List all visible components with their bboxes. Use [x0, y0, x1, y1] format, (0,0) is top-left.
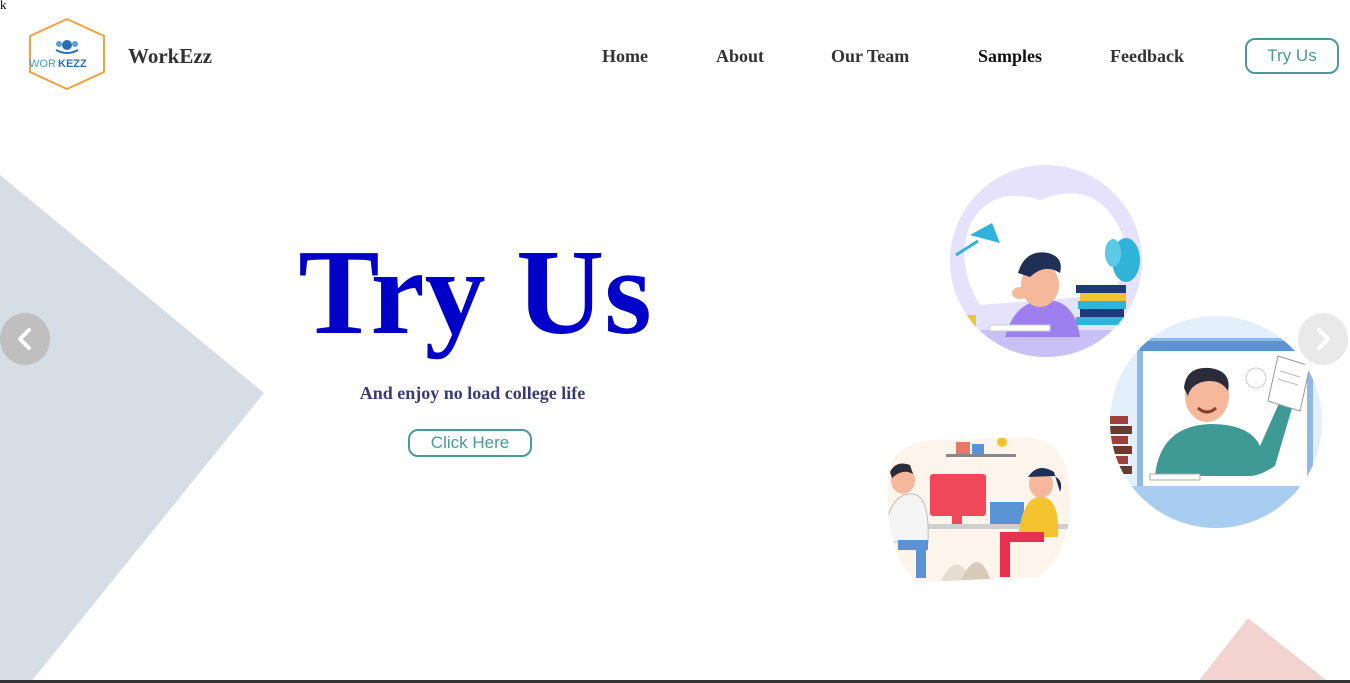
gray-triangle [0, 175, 264, 683]
brand-name[interactable]: WorkEzz [128, 44, 212, 69]
stray-text: k [0, 0, 7, 12]
online-tutor-illustration [1110, 316, 1322, 528]
logo-text-light: WOR [29, 58, 56, 70]
nav-our-team[interactable]: Our Team [831, 46, 909, 67]
logo-text-bold: KEZZ [58, 58, 87, 70]
nav-about[interactable]: About [716, 46, 764, 67]
kids-working-illustration [887, 437, 1071, 582]
try-us-button[interactable]: Try Us [1245, 38, 1339, 74]
nav-home[interactable]: Home [602, 46, 648, 67]
nav-samples[interactable]: Samples [978, 46, 1042, 67]
hero-title: Try Us [298, 225, 652, 360]
carousel-prev-button[interactable] [0, 313, 50, 365]
chevron-left-icon [18, 328, 31, 350]
nav-feedback[interactable]: Feedback [1110, 46, 1184, 67]
pink-triangle [1197, 618, 1330, 683]
click-here-button[interactable]: Click Here [408, 429, 532, 457]
hero-subtitle: And enjoy no load college life [359, 383, 586, 403]
workezz-logo[interactable]: WOR KEZZ [22, 16, 112, 92]
